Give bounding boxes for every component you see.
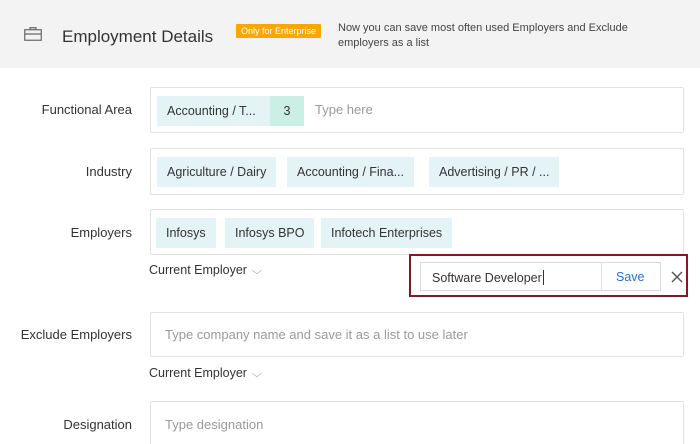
enterprise-badge: Only for Enterprise	[236, 24, 322, 38]
text-cursor	[542, 270, 544, 285]
chevron-down-icon: ⌵	[251, 369, 263, 380]
save-list-button[interactable]: Save	[616, 270, 645, 284]
industry-chip[interactable]: Advertising / PR / ...	[429, 157, 560, 187]
industry-chip[interactable]: Accounting / Fina...	[287, 157, 415, 187]
functional-area-chip[interactable]: Accounting / T...	[157, 96, 270, 126]
designation-field[interactable]: Type designation	[150, 401, 684, 444]
industry-label: Industry	[85, 164, 132, 179]
employers-field[interactable]: Infosys Infosys BPO Infotech Enterprises	[150, 209, 684, 255]
exclude-employers-filter-value: Current Employer	[149, 366, 247, 380]
designation-label: Designation	[63, 417, 132, 432]
employers-label: Employers	[70, 225, 132, 240]
chevron-down-icon: ⌵	[251, 266, 263, 277]
enterprise-note: Now you can save most often used Employe…	[338, 22, 628, 49]
save-list-popup: Software Developer Save	[409, 254, 688, 297]
exclude-employers-filter-dropdown[interactable]: Current Employer ⌵	[149, 366, 263, 380]
section-title: Employment Details	[62, 27, 214, 46]
input-divider	[601, 263, 602, 290]
list-name-input[interactable]: Software Developer Save	[420, 262, 661, 291]
employer-chip[interactable]: Infotech Enterprises	[321, 218, 453, 248]
briefcase-icon	[24, 27, 42, 41]
exclude-employers-field[interactable]: Type company name and save it as a list …	[150, 312, 684, 357]
employers-filter-value: Current Employer	[149, 263, 247, 277]
functional-area-label: Functional Area	[41, 102, 132, 117]
employers-filter-dropdown[interactable]: Current Employer ⌵	[149, 263, 263, 277]
close-icon[interactable]	[669, 269, 685, 285]
functional-area-input[interactable]: Type here	[315, 102, 373, 117]
functional-area-field[interactable]: Accounting / T... 3 Type here	[150, 87, 684, 133]
employer-chip[interactable]: Infosys BPO	[225, 218, 315, 248]
section-header: Employment Details Only for Enterprise N…	[0, 0, 700, 68]
exclude-employers-label: Exclude Employers	[20, 327, 132, 342]
employer-chip[interactable]: Infosys	[156, 218, 216, 248]
functional-area-more-count[interactable]: 3	[270, 96, 304, 126]
industry-field[interactable]: Agriculture / Dairy Accounting / Fina...…	[150, 148, 684, 195]
industry-chip[interactable]: Agriculture / Dairy	[157, 157, 277, 187]
designation-input[interactable]: Type designation	[165, 417, 263, 432]
list-name-value: Software Developer	[432, 271, 542, 285]
exclude-employers-input[interactable]: Type company name and save it as a list …	[165, 327, 468, 342]
